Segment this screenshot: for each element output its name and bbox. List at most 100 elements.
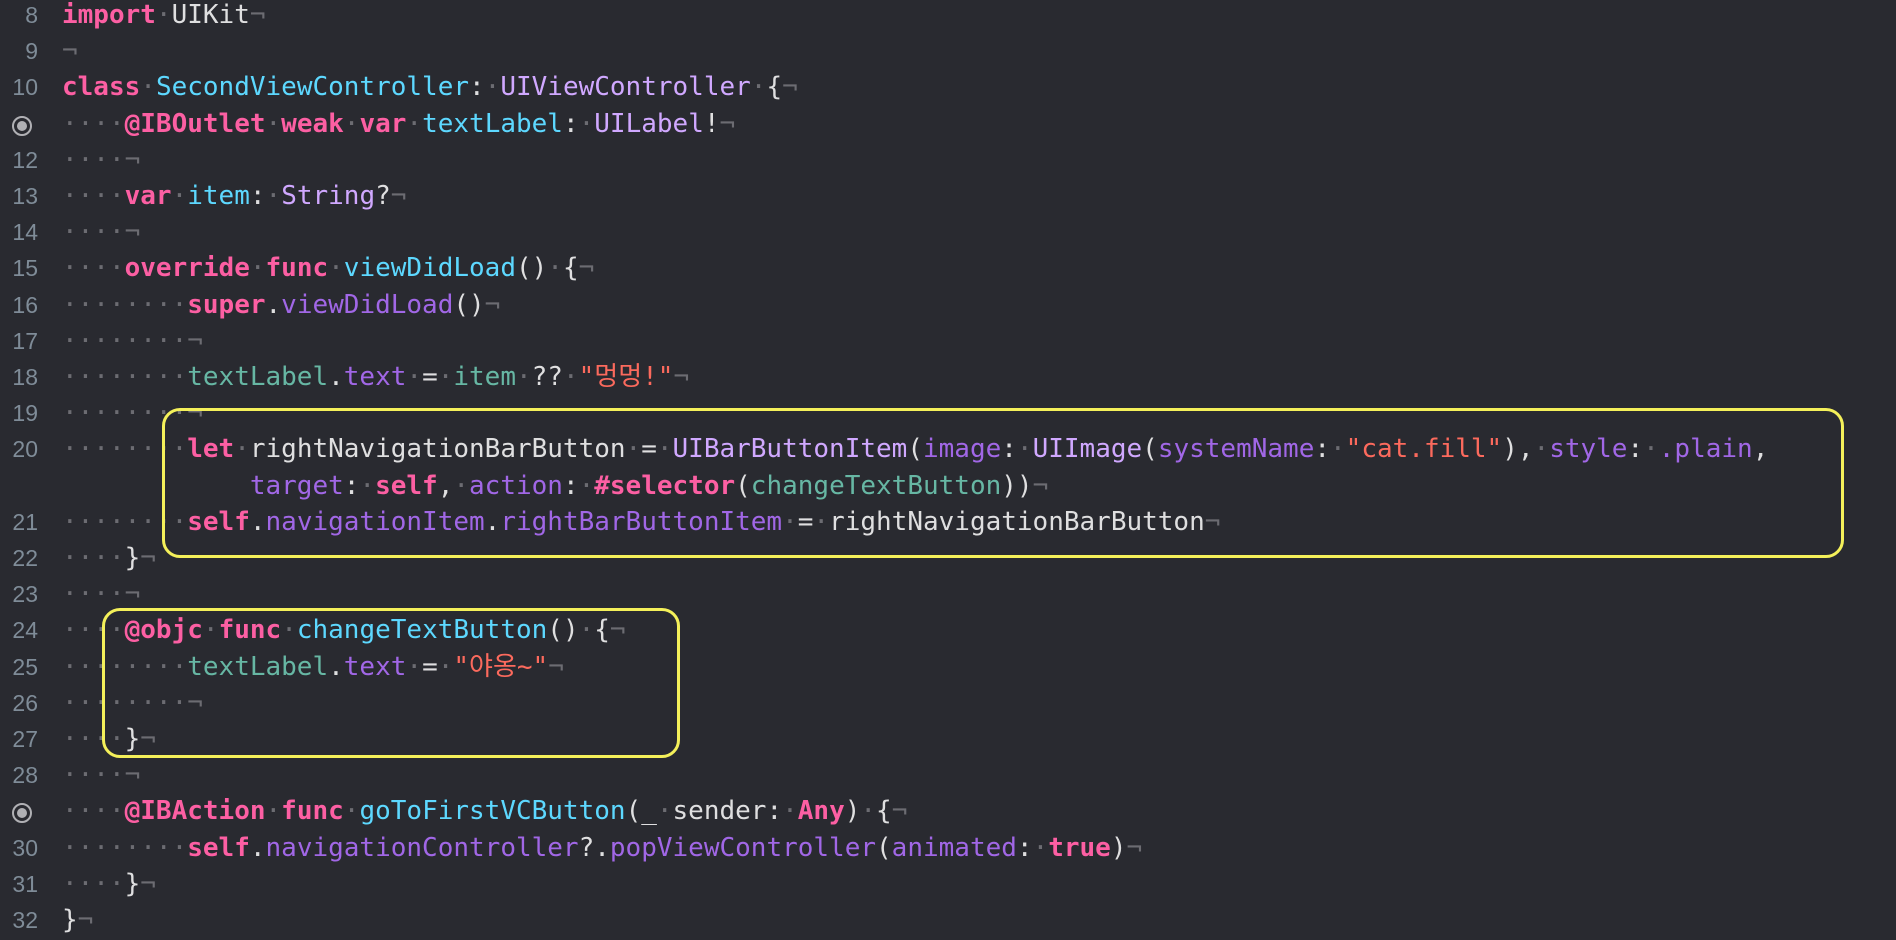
- code-token: ): [844, 796, 861, 827]
- code-line[interactable]: 15 ····override·func·viewDidLoad()·{¬: [0, 250, 1896, 286]
- line-number: 17: [12, 327, 38, 354]
- code-line[interactable]: ····@IBOutlet·weak·var·textLabel:·UILabe…: [0, 106, 1896, 142]
- code-text: ········super.viewDidLoad()¬: [62, 287, 500, 323]
- highlight-box-objc-func: [102, 608, 680, 758]
- code-token: textLabel: [187, 362, 329, 392]
- connection-dot-icon[interactable]: [12, 803, 32, 824]
- code-token: "멍멍!": [578, 362, 674, 392]
- space-char: ·: [406, 362, 423, 392]
- code-token: }: [62, 905, 78, 935]
- line-end-marker: ¬: [390, 181, 407, 211]
- code-line[interactable]: 9 ¬: [0, 33, 1896, 69]
- code-line[interactable]: 8 import·UIKit¬: [0, 0, 1896, 33]
- code-token: :: [469, 72, 485, 103]
- line-end-marker: ¬: [124, 217, 141, 248]
- code-token: (_: [625, 796, 657, 827]
- code-line[interactable]: 23 ····¬: [0, 576, 1896, 612]
- space-char: ·: [328, 253, 344, 284]
- code-line[interactable]: 16 ········super.viewDidLoad()¬: [0, 287, 1896, 323]
- indent-whitespace: ····: [62, 760, 125, 791]
- line-number: 30: [12, 834, 38, 861]
- code-token: String: [281, 181, 376, 211]
- code-token: true: [1048, 832, 1111, 863]
- code-line[interactable]: 10 class·SecondViewController:·UIViewCont…: [0, 69, 1896, 105]
- space-char: ·: [249, 253, 266, 284]
- line-end-marker: ¬: [140, 543, 156, 573]
- code-line[interactable]: 31 ····}¬: [0, 866, 1896, 902]
- code-token: viewDidLoad: [343, 253, 516, 284]
- indent-whitespace: ········: [62, 289, 188, 320]
- code-token: self: [187, 832, 250, 863]
- code-token: :: [1016, 832, 1033, 863]
- line-end-marker: ¬: [578, 253, 595, 284]
- code-token: viewDidLoad: [281, 289, 454, 320]
- line-number: 9: [25, 38, 38, 65]
- space-char: ·: [171, 181, 188, 211]
- line-end-marker: ¬: [124, 760, 141, 791]
- code-token: @IBAction: [124, 796, 266, 827]
- line-number: 26: [12, 689, 38, 716]
- outlet-connection-icon[interactable]: [0, 106, 44, 142]
- code-text: ····¬: [62, 142, 140, 178]
- code-token: var: [124, 181, 172, 211]
- code-editor[interactable]: 8 import·UIKit¬ 9 ¬ 10 class·SecondViewContro…: [0, 0, 1896, 940]
- code-token: popViewController: [609, 832, 877, 863]
- code-text: ····override·func·viewDidLoad()·{¬: [62, 250, 594, 286]
- code-token: {: [766, 72, 783, 103]
- code-token: item: [187, 181, 250, 211]
- code-line[interactable]: 18 ········textLabel.text·=·item·??·"멍멍!"…: [0, 359, 1896, 395]
- line-end-marker: ¬: [77, 905, 94, 935]
- line-end-marker: ¬: [484, 289, 501, 320]
- code-line[interactable]: ····@IBAction·func·goToFirstVCButton(_·s…: [0, 793, 1896, 829]
- code-line[interactable]: 12 ····¬: [0, 142, 1896, 178]
- code-token: override: [124, 253, 250, 284]
- line-end-marker: ¬: [719, 108, 736, 139]
- code-text: ····¬: [62, 576, 140, 612]
- code-token: import: [62, 0, 156, 30]
- indent-whitespace: ····: [62, 796, 125, 827]
- code-line[interactable]: 17 ········¬: [0, 323, 1896, 359]
- code-token: Any: [797, 796, 845, 827]
- space-char: ·: [140, 72, 156, 103]
- code-token: (): [453, 289, 485, 320]
- code-token: @IBOutlet: [124, 108, 266, 139]
- indent-whitespace: ········: [62, 325, 188, 356]
- line-end-marker: ¬: [249, 0, 266, 30]
- line-number: 20: [12, 436, 38, 463]
- code-token: UIKit: [171, 0, 250, 30]
- indent-whitespace: ····: [62, 868, 125, 899]
- code-token: .: [265, 289, 282, 320]
- space-char: ·: [656, 796, 673, 827]
- code-token: ): [1110, 832, 1127, 863]
- indent-whitespace: ····: [62, 144, 125, 175]
- code-token: !: [703, 108, 720, 139]
- code-text: ¬: [62, 33, 78, 69]
- line-end-marker: ¬: [124, 144, 141, 175]
- space-char: ·: [562, 362, 579, 392]
- line-number: 18: [12, 364, 38, 390]
- code-token: {: [562, 253, 579, 284]
- connection-dot-icon[interactable]: [12, 115, 32, 136]
- code-line[interactable]: 14 ····¬: [0, 214, 1896, 250]
- indent-whitespace: ····: [62, 253, 125, 284]
- code-token: func: [281, 796, 344, 827]
- space-char: ·: [406, 108, 423, 139]
- code-line[interactable]: 30 ········self.navigationController?.pop…: [0, 830, 1896, 866]
- code-text: }¬: [62, 902, 93, 938]
- code-line[interactable]: 32}¬: [0, 902, 1896, 938]
- space-char: ·: [437, 362, 454, 392]
- indent-whitespace: ········: [62, 832, 188, 863]
- code-token: animated: [891, 832, 1017, 863]
- code-text: ····¬: [62, 214, 140, 250]
- code-token: ?.: [578, 832, 610, 863]
- code-token: navigationController: [265, 832, 579, 863]
- space-char: ·: [155, 0, 172, 30]
- code-token: class: [62, 72, 141, 103]
- code-text: import·UIKit¬: [62, 0, 266, 33]
- line-end-marker: ¬: [673, 362, 690, 392]
- code-line[interactable]: 28 ····¬: [0, 757, 1896, 793]
- code-token: (): [515, 253, 548, 284]
- outlet-connection-icon[interactable]: [0, 793, 44, 829]
- line-end-marker: ¬: [782, 72, 798, 103]
- code-line[interactable]: 13 ····var·item:·String?¬: [0, 178, 1896, 214]
